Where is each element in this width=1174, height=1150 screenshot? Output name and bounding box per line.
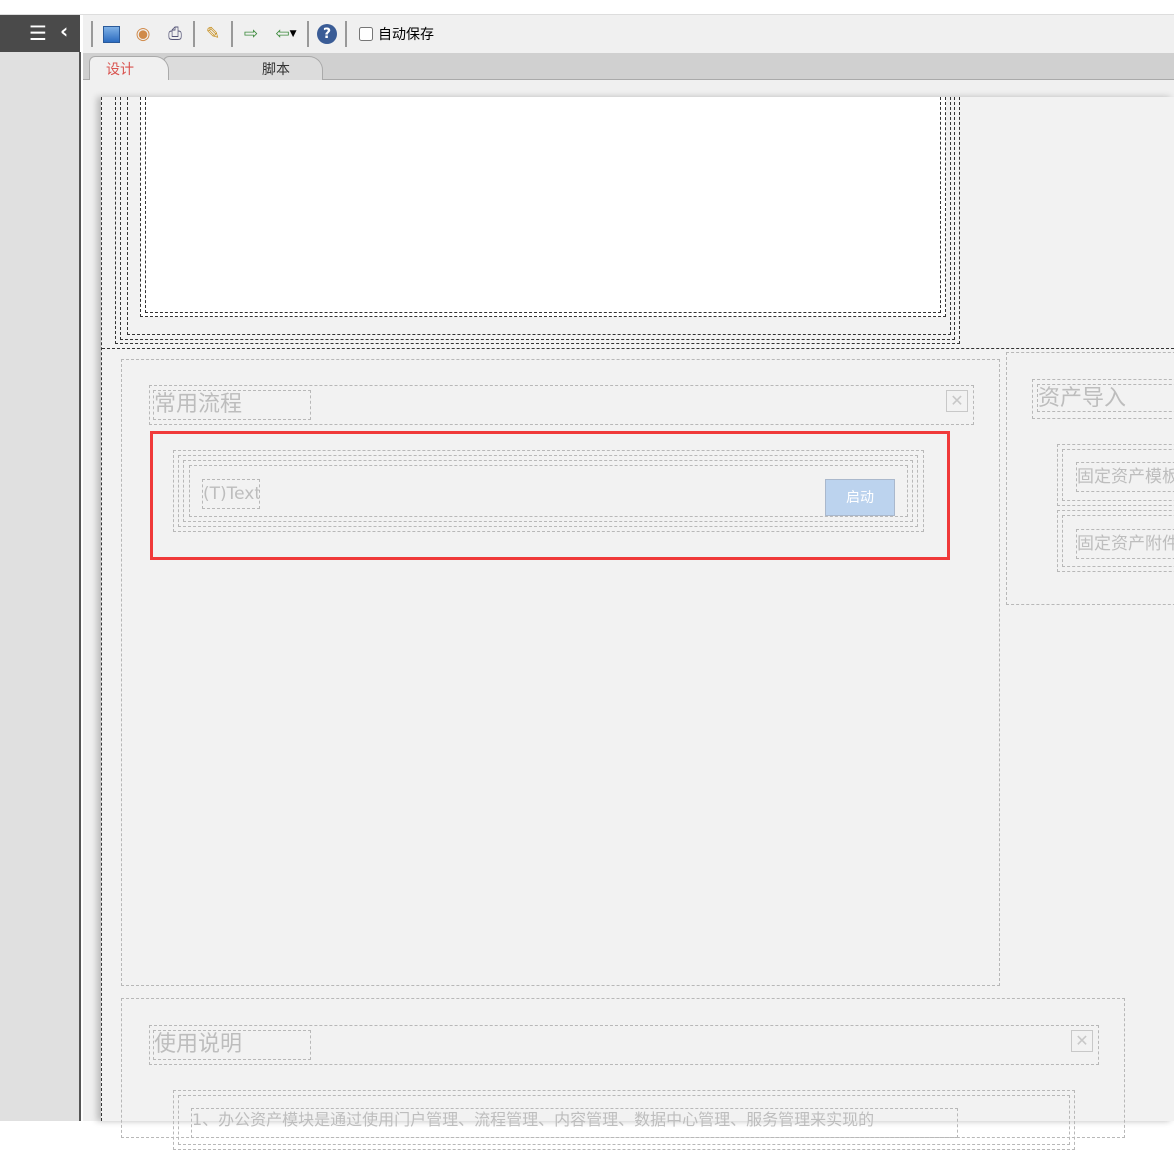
autosave-label: 自动保存: [378, 27, 434, 43]
autosave-checkbox[interactable]: 自动保存: [359, 24, 434, 44]
preview-icon[interactable]: ◉: [127, 20, 159, 48]
separator: [91, 21, 93, 47]
autosave-checkbox-input[interactable]: [359, 27, 373, 41]
close-icon[interactable]: ✕: [946, 390, 968, 412]
print-icon[interactable]: ⎙: [159, 20, 191, 48]
wizard-icon[interactable]: ✎: [197, 20, 229, 48]
tab-design[interactable]: 设计: [89, 56, 169, 81]
tab-script[interactable]: 脚本: [163, 56, 323, 80]
separator: [307, 21, 309, 47]
start-button[interactable]: 启动: [825, 479, 895, 516]
toolbar: ◉ ⎙ ✎ ⇨ ⇦ ▼ ? 自动保存: [83, 15, 1174, 53]
separator: [345, 21, 347, 47]
tab-label: 脚本: [262, 62, 290, 78]
asset-attachment-link[interactable]: 固定资产附件: [1076, 529, 1174, 559]
separator: [231, 21, 233, 47]
tab-bar: 脚本 设计: [83, 53, 1174, 81]
save-icon[interactable]: [95, 20, 127, 48]
flow-item-row: [189, 465, 908, 517]
flow-item-text: (T)Text: [202, 479, 260, 509]
tab-label: 设计: [106, 62, 134, 78]
common-flow-title: 常用流程: [153, 390, 311, 420]
import-icon[interactable]: ⇦ ▼: [267, 20, 305, 48]
separator: [193, 21, 195, 47]
export-icon[interactable]: ⇨: [235, 20, 267, 48]
usage-text: 1、办公资产模块是通过使用门户管理、流程管理、内容管理、数据中心管理、服务管理来…: [191, 1108, 958, 1138]
help-icon[interactable]: ?: [311, 20, 343, 48]
collapse-chevron-icon[interactable]: ‹: [60, 19, 68, 43]
asset-import-title: 资产导入: [1037, 384, 1174, 412]
sidebar-header: ☰ ‹: [0, 15, 80, 52]
asset-template-link[interactable]: 固定资产模板: [1076, 462, 1174, 492]
menu-icon[interactable]: ☰: [29, 21, 47, 45]
top-strip: [0, 0, 1174, 15]
image-area: [145, 97, 941, 313]
usage-title: 使用说明: [153, 1030, 311, 1060]
sidebar: [0, 52, 81, 1121]
close-icon[interactable]: ✕: [1071, 1030, 1093, 1052]
row-divider: [102, 348, 1174, 349]
